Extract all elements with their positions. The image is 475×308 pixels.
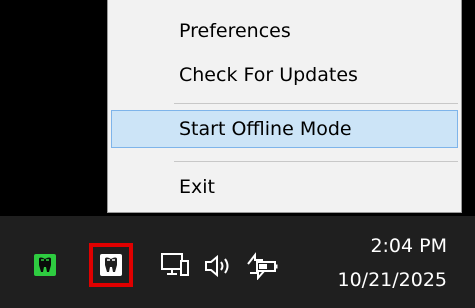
menu-separator [174,161,458,162]
battery-power-icon[interactable] [245,250,279,280]
white-tooth-app-icon[interactable] [100,254,122,276]
taskbar-clock[interactable]: 2:04 PM 10/21/2025 [337,232,447,294]
menu-item-start-offline-mode[interactable]: Start Offline Mode [111,110,458,148]
tray-context-menu: Preferences Check For Updates Start Offl… [107,0,462,213]
menu-item-exit[interactable]: Exit [111,168,458,206]
desktop-screen: Preferences Check For Updates Start Offl… [0,0,475,308]
clock-time: 2:04 PM [370,235,447,257]
menu-separator [174,103,458,104]
clock-date: 10/21/2025 [337,269,447,291]
menu-item-preferences[interactable]: Preferences [111,12,458,50]
network-monitor-icon[interactable] [160,252,190,278]
green-tooth-app-icon[interactable] [34,254,56,276]
speaker-volume-icon[interactable] [204,254,234,278]
menu-item-check-for-updates[interactable]: Check For Updates [111,56,458,94]
